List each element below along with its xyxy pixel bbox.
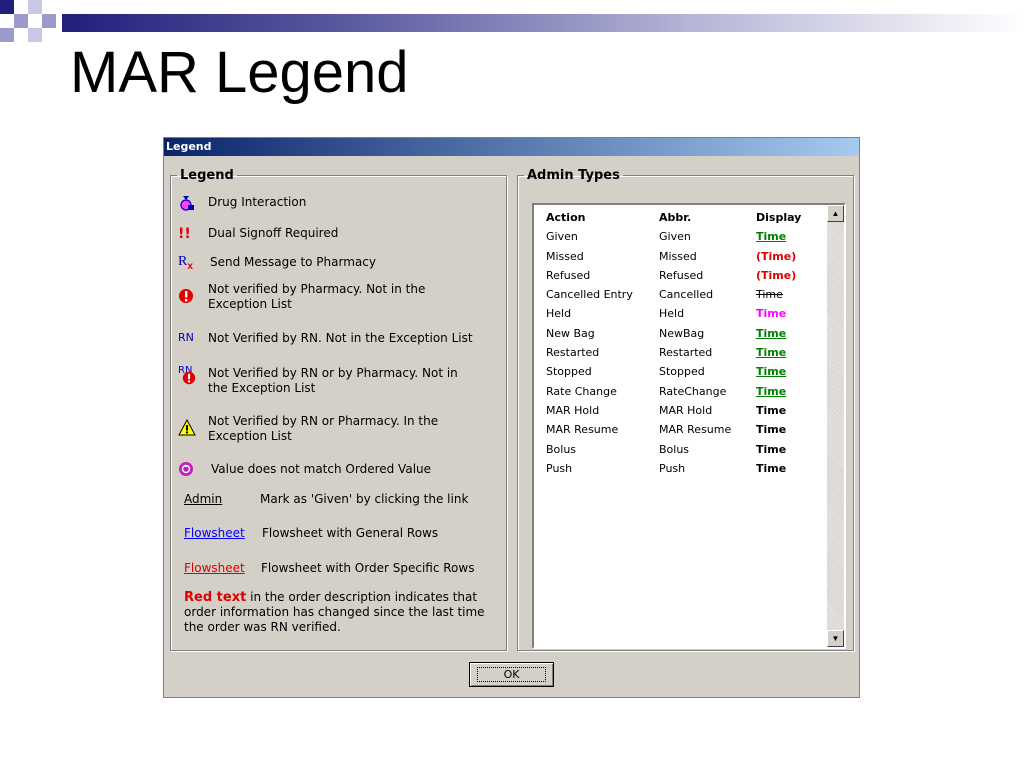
display-cell: Time [756,307,787,321]
rx-icon-glyph: R [178,254,188,269]
legend-link-label: Flowsheet with Order Specific Rows [261,561,475,575]
flowsheet-general-link[interactable]: Flowsheet [184,526,245,540]
legend-dialog: Legend Legend Drug Interaction !! Dual S… [163,137,860,698]
ok-button[interactable]: OK [469,662,554,687]
action-cell: Stopped [546,365,592,379]
dialog-titlebar: Legend [164,138,859,156]
legend-item-label: Not Verified by RN or Pharmacy. In the E… [208,414,439,443]
legend-item-label: Not Verified by RN or by Pharmacy. Not i… [208,366,458,395]
legend-link-admin: Admin Mark as 'Given' by clicking the li… [184,492,468,507]
red-text-label: Red text [184,590,247,605]
legend-group-label: Legend [180,168,234,183]
rx-icon-sub: x [187,261,193,272]
abbr-cell: RateChange [659,384,727,398]
display-cell: (Time) [756,268,797,282]
abbr-cell: Cancelled [659,288,714,302]
display-cell: (Time) [756,249,797,263]
display-cell: Time [756,326,787,340]
not-verified-pharmacy-icon [179,289,193,303]
abbr-cell: MAR Resume [659,423,732,437]
legend-item-label: Drug Interaction [208,195,307,209]
dual-signoff-icon: !! [178,226,191,242]
action-cell: Refused [546,268,591,282]
action-cell: MAR Hold [546,403,600,417]
legend-item-label: Send Message to Pharmacy [210,255,376,269]
action-cell: Restarted [546,346,600,360]
action-cell: New Bag [546,326,595,340]
col-header-abbr: Abbr. [659,211,692,224]
legend-link-flowsheet-order: Flowsheet Flowsheet with Order Specific … [184,561,474,576]
rx-icon: Rx [178,254,196,272]
action-cell: Push [546,461,573,475]
display-cell: Time [756,423,787,437]
abbr-cell: Held [659,307,685,321]
display-cell: Time [756,288,783,302]
vertical-scrollbar[interactable]: ▲ ▼ [827,205,844,647]
drug-interaction-icon [180,196,194,211]
action-cell: Given [546,230,578,244]
display-cell: Time [756,461,787,475]
scroll-up-button[interactable]: ▲ [827,205,844,222]
slide-title: MAR Legend [70,40,409,105]
value-mismatch-icon [179,462,193,476]
ok-button-label: OK [476,667,547,682]
admin-link[interactable]: Admin [184,492,222,506]
abbr-cell: Refused [659,268,704,282]
action-cell: MAR Resume [546,423,619,437]
action-cell: Rate Change [546,384,617,398]
legend-item-label: Not verified by Pharmacy. Not in the Exc… [208,282,426,311]
legend-link-flowsheet-general: Flowsheet Flowsheet with General Rows [184,526,438,541]
action-cell: Bolus [546,442,577,456]
col-header-action: Action [546,211,586,224]
admin-types-list[interactable]: Action Abbr. Display Given Given Time Misse… [532,203,846,649]
legend-link-label: Mark as 'Given' by clicking the link [260,492,469,506]
admin-types-label: Admin Types [527,168,620,183]
abbr-cell: Missed [659,249,697,263]
action-cell: Held [546,307,572,321]
display-cell: Time [756,230,787,244]
legend-link-label: Flowsheet with General Rows [262,526,439,540]
abbr-cell: NewBag [659,326,705,340]
scroll-down-button[interactable]: ▼ [827,630,844,647]
display-cell: Time [756,365,787,379]
admin-types-group: Admin Types Action Abbr. Display Given Gi… [517,168,854,651]
abbr-cell: Push [659,461,686,475]
abbr-cell: Bolus [659,442,690,456]
display-cell: Time [756,384,787,398]
abbr-cell: Restarted [659,346,713,360]
action-cell: Missed [546,249,584,263]
abbr-cell: Stopped [659,365,705,379]
col-header-display: Display [756,211,802,224]
display-cell: Time [756,346,787,360]
slide-header-bar [62,14,1024,32]
flowsheet-order-link[interactable]: Flowsheet [184,561,245,575]
abbr-cell: Given [659,230,691,244]
display-cell: Time [756,442,787,456]
action-cell: Cancelled Entry [546,288,633,302]
display-cell: Time [756,403,787,417]
legend-item-label: Value does not match Ordered Value [211,462,432,476]
warning-icon [178,419,196,436]
rn-icon: RN [178,331,194,344]
abbr-cell: MAR Hold [659,403,713,417]
legend-item-label: Not Verified by RN. Not in the Exception… [208,331,473,345]
rn-pharmacy-icon: RN [178,365,200,387]
legend-note: Red text in the order description indica… [184,590,494,635]
legend-item-label: Dual Signoff Required [208,226,339,240]
